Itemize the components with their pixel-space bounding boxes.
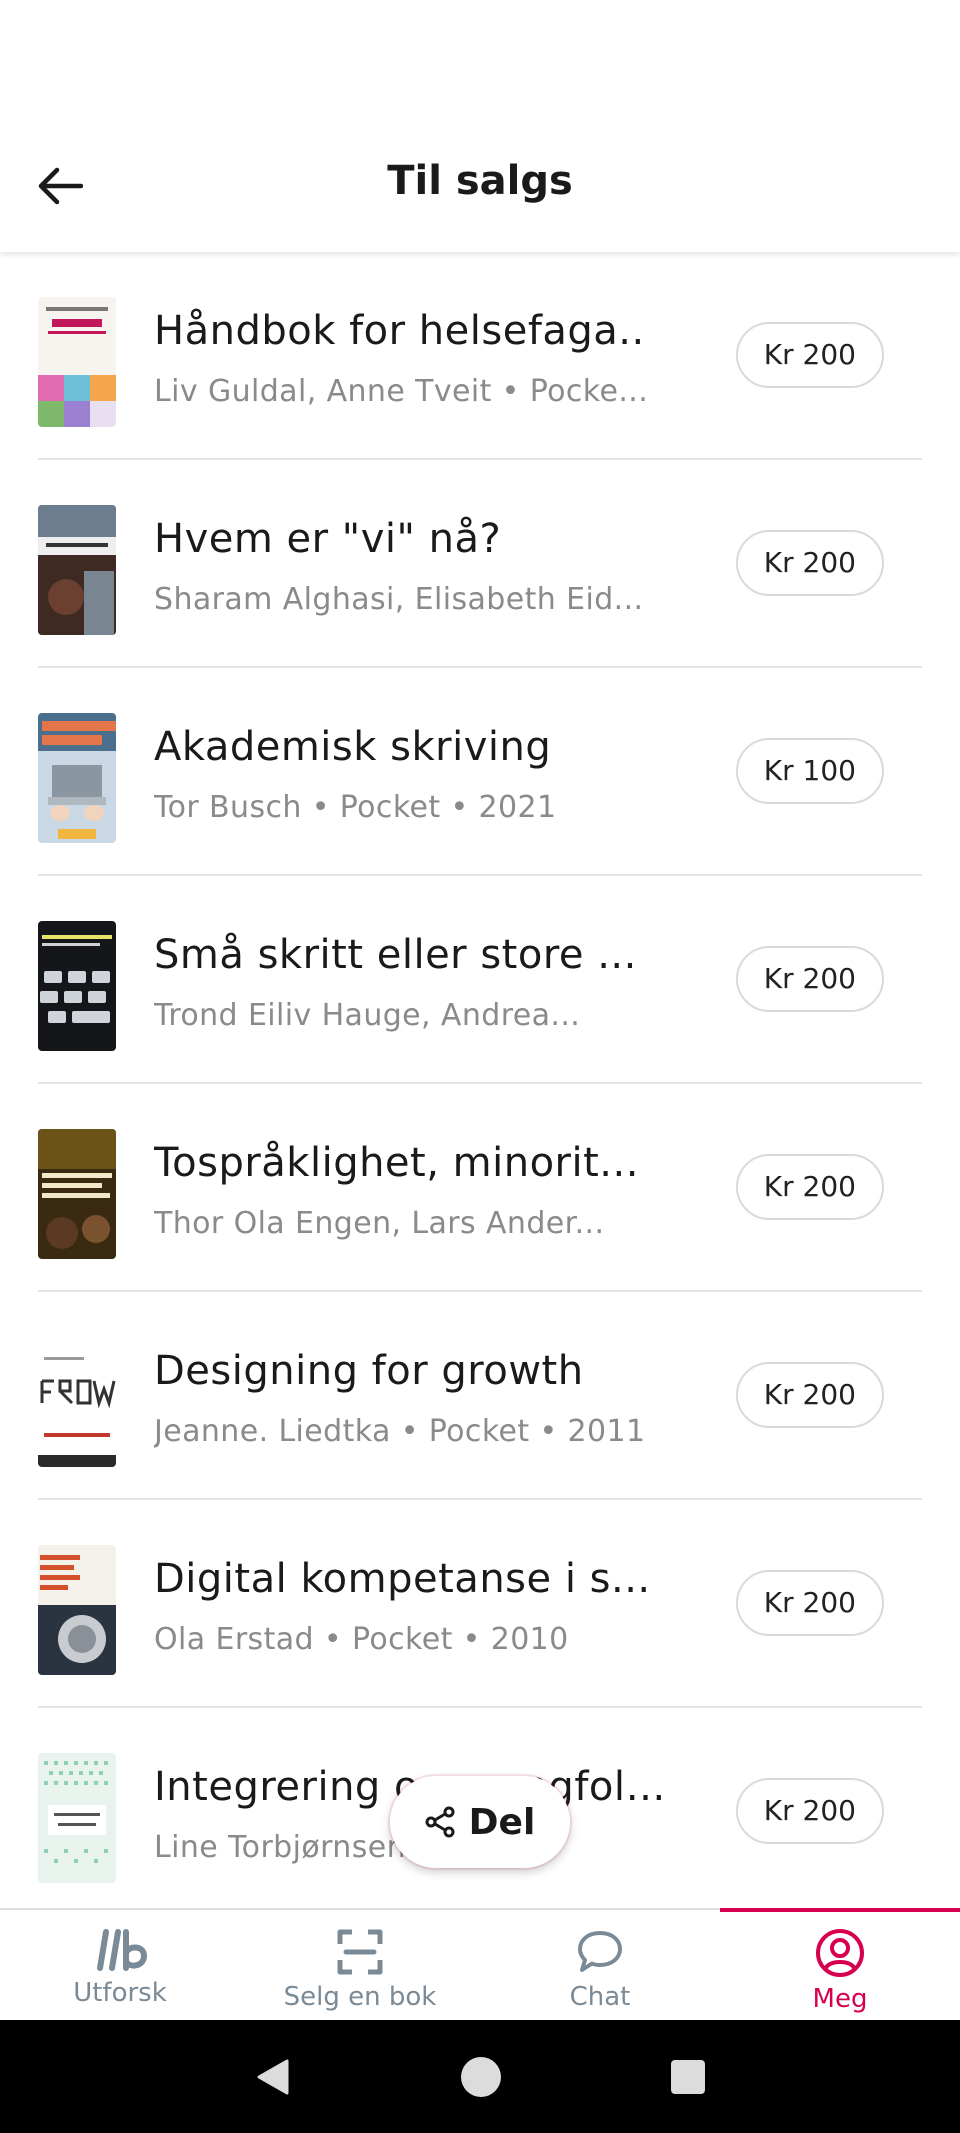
book-title: Håndbok for helsefaga.. bbox=[154, 308, 645, 354]
book-cover bbox=[38, 505, 116, 635]
book-title: Designing for growth bbox=[154, 1348, 584, 1394]
screen: Til salgs Håndbok for helsefaga.. Liv Gu… bbox=[0, 0, 960, 2133]
nav-label: Selg en bok bbox=[283, 1982, 437, 2012]
book-title: Akademisk skriving bbox=[154, 724, 552, 770]
nav-item-chat[interactable]: Chat bbox=[480, 1910, 720, 2020]
price-badge[interactable]: Kr 100 bbox=[735, 738, 884, 804]
book-title: Tospråklighet, minorit... bbox=[154, 1140, 639, 1186]
book-cover bbox=[38, 1129, 116, 1259]
price-badge[interactable]: Kr 200 bbox=[735, 1778, 884, 1844]
price-badge[interactable]: Kr 200 bbox=[735, 322, 884, 388]
nav-item-meg[interactable]: Meg bbox=[720, 1908, 960, 2020]
price-badge[interactable]: Kr 200 bbox=[735, 946, 884, 1012]
system-back-icon[interactable] bbox=[253, 2057, 293, 2097]
nav-label: Meg bbox=[812, 1984, 868, 2014]
price-badge[interactable]: Kr 200 bbox=[735, 530, 884, 596]
bottom-nav: Utforsk Selg en bok Chat Meg bbox=[0, 1908, 960, 2020]
list-item[interactable]: Digital kompetanse i s... Ola Erstad • P… bbox=[38, 1500, 922, 1708]
list-item[interactable]: Små skritt eller store ... Trond Eiliv H… bbox=[38, 876, 922, 1084]
book-meta: Ola Erstad • Pocket • 2010 bbox=[154, 1622, 569, 1657]
chat-bubble-icon bbox=[578, 1931, 622, 1972]
share-button[interactable]: Del bbox=[390, 1776, 570, 1868]
book-cover bbox=[38, 921, 116, 1051]
explore-logo-icon bbox=[97, 1929, 148, 1971]
book-meta: Jeanne. Liedtka • Pocket • 2011 bbox=[154, 1414, 646, 1449]
book-meta: Thor Ola Engen, Lars Ander... bbox=[154, 1206, 605, 1241]
price-badge[interactable]: Kr 200 bbox=[735, 1154, 884, 1220]
book-meta: Sharam Alghasi, Elisabeth Eid... bbox=[154, 582, 644, 617]
system-recents-icon[interactable] bbox=[669, 2058, 707, 2096]
book-cover bbox=[38, 297, 116, 427]
nav-item-utforsk[interactable]: Utforsk bbox=[0, 1910, 240, 2020]
list-item[interactable]: Håndbok for helsefaga.. Liv Guldal, Anne… bbox=[38, 252, 922, 460]
list-item[interactable]: Akademisk skriving Tor Busch • Pocket • … bbox=[38, 668, 922, 876]
book-list[interactable]: Håndbok for helsefaga.. Liv Guldal, Anne… bbox=[0, 252, 960, 1908]
scan-frame-icon bbox=[337, 1929, 383, 1975]
book-cover bbox=[38, 1753, 116, 1883]
nav-item-selg-en-bok[interactable]: Selg en bok bbox=[240, 1910, 480, 2020]
share-label: Del bbox=[468, 1801, 536, 1843]
app-header: Til salgs bbox=[0, 120, 960, 252]
book-meta: Trond Eiliv Hauge, Andrea... bbox=[154, 998, 581, 1033]
book-meta: Liv Guldal, Anne Tveit • Pocke... bbox=[154, 374, 649, 409]
share-icon bbox=[425, 1806, 455, 1838]
book-title: Hvem er "vi" nå? bbox=[154, 516, 502, 562]
book-cover bbox=[38, 713, 116, 843]
list-item[interactable]: Hvem er "vi" nå? Sharam Alghasi, Elisabe… bbox=[38, 460, 922, 668]
list-item[interactable]: Designing for growth Jeanne. Liedtka • P… bbox=[38, 1292, 922, 1500]
book-cover bbox=[38, 1337, 116, 1467]
system-nav-bar bbox=[0, 2020, 960, 2133]
book-meta: Tor Busch • Pocket • 2021 bbox=[154, 790, 557, 825]
book-title: Digital kompetanse i s... bbox=[154, 1556, 651, 1602]
nav-label: Utforsk bbox=[73, 1978, 167, 2008]
page-title: Til salgs bbox=[387, 158, 573, 204]
book-title: Små skritt eller store ... bbox=[154, 932, 637, 978]
book-cover bbox=[38, 1545, 116, 1675]
price-badge[interactable]: Kr 200 bbox=[735, 1570, 884, 1636]
list-item[interactable]: Tospråklighet, minorit... Thor Ola Engen… bbox=[38, 1084, 922, 1292]
system-home-icon[interactable] bbox=[459, 2055, 503, 2099]
nav-label: Chat bbox=[569, 1982, 631, 2012]
profile-icon bbox=[816, 1929, 864, 1977]
price-badge[interactable]: Kr 200 bbox=[735, 1362, 884, 1428]
